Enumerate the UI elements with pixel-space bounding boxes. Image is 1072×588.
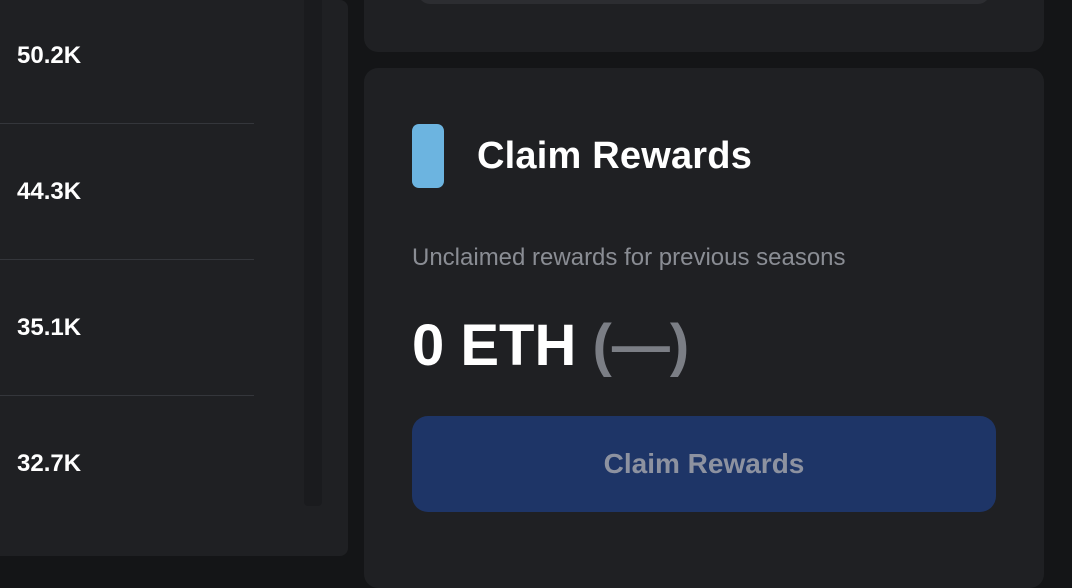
leaderboard-row-value: 35.1K [17,313,82,341]
claim-rewards-button[interactable]: Claim Rewards [412,416,996,512]
leaderboard-row[interactable]: 35.1K [0,260,254,396]
claim-rewards-card: Claim Rewards Unclaimed rewards for prev… [364,68,1044,588]
eth-amount: 0 ETH [412,313,577,378]
fiat-amount: (—) [592,313,690,378]
claim-rewards-header: Claim Rewards [412,124,752,188]
claim-rewards-subtitle: Unclaimed rewards for previous seasons [412,244,846,271]
season-card-bar [418,0,990,4]
leaderboard-row[interactable]: 44.3K [0,124,254,260]
season-card [364,0,1044,52]
leaderboard-panel: 50.2K 44.3K 35.1K 32.7K [0,0,348,556]
leaderboard-scrollbar[interactable] [304,0,322,506]
leaderboard-row-value: 32.7K [17,450,82,477]
claim-rewards-icon [412,124,444,188]
leaderboard-row-value: 44.3K [17,177,82,205]
leaderboard-list: 50.2K 44.3K 35.1K 32.7K [0,0,254,532]
claim-rewards-title: Claim Rewards [477,134,753,177]
leaderboard-row[interactable]: 32.7K [0,396,254,532]
claim-rewards-amount: 0 ETH (—) [412,312,689,379]
leaderboard-row[interactable]: 50.2K [0,0,254,124]
leaderboard-row-value: 50.2K [17,41,82,69]
